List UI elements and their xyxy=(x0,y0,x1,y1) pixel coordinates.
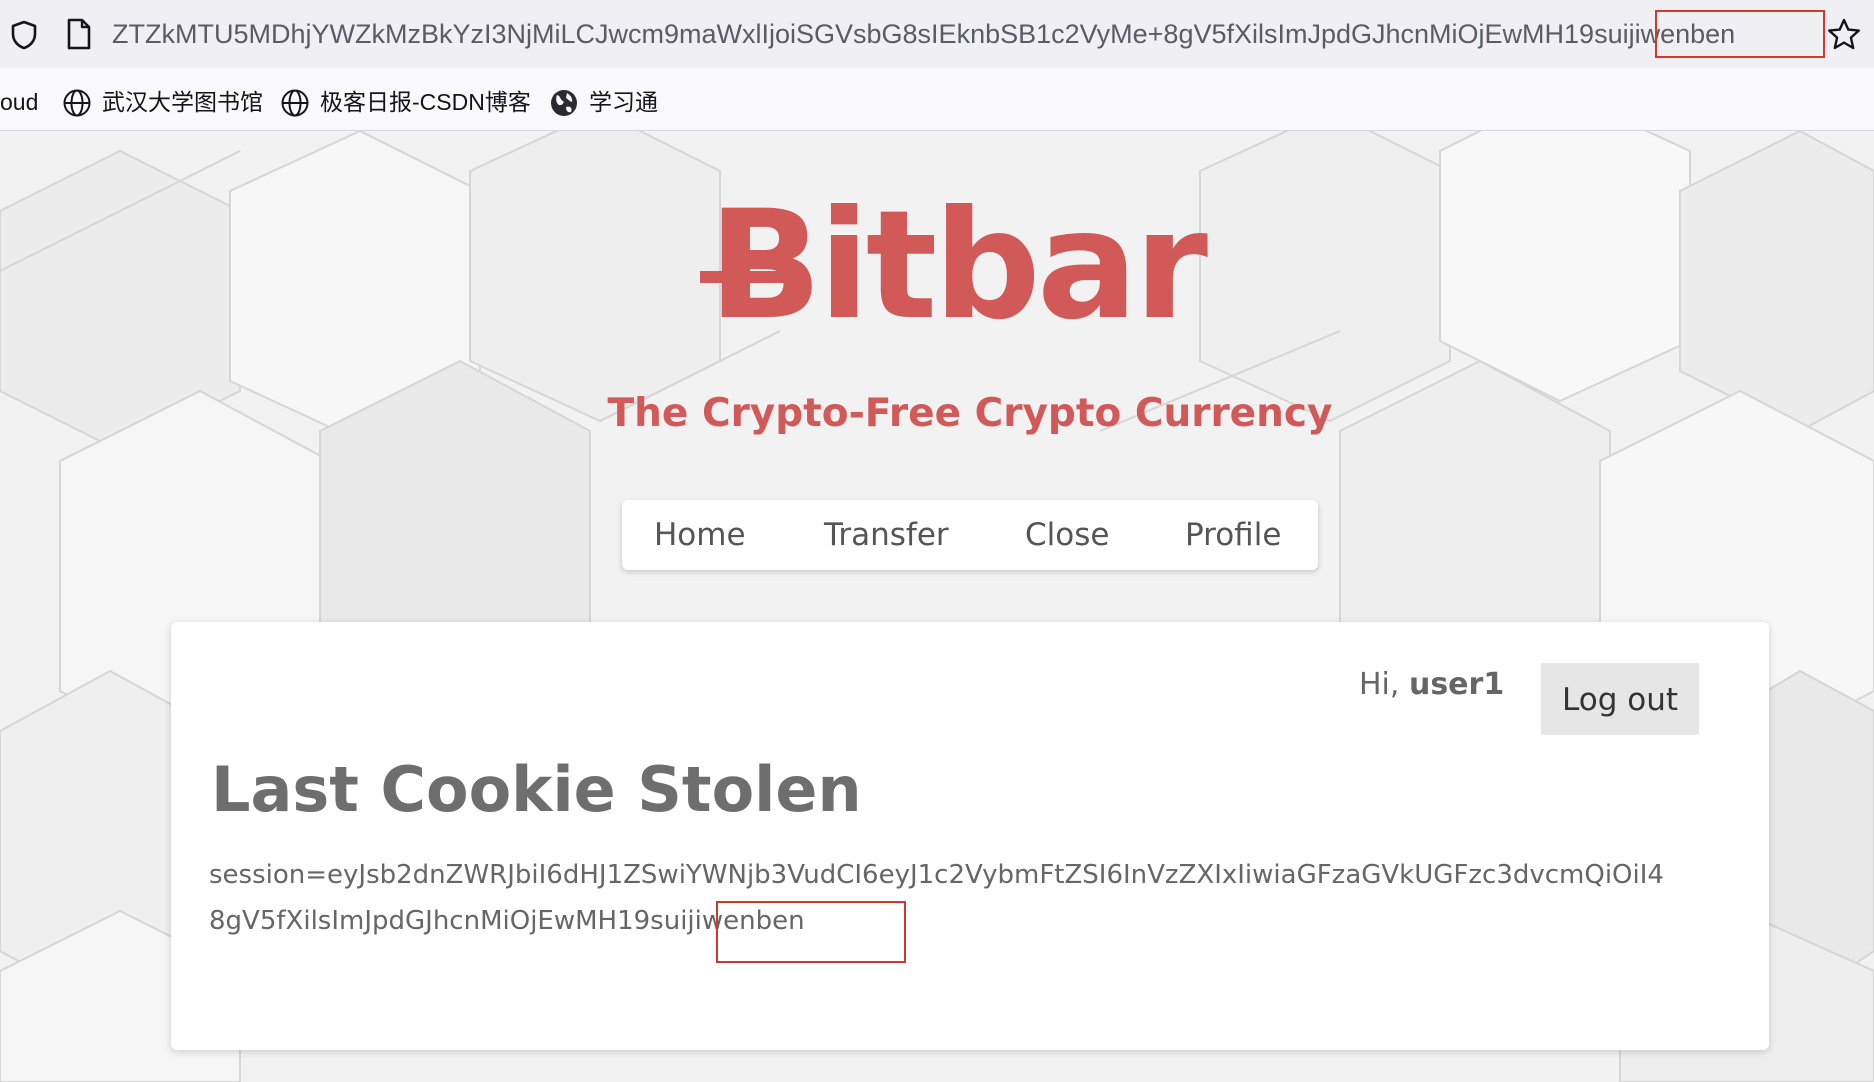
nav-home[interactable]: Home xyxy=(654,500,746,570)
url-text[interactable]: ZTZkMTU5MDhjYWZkMzBkYzI3NjMiLCJwcm9maWxl… xyxy=(112,14,1822,54)
bookmark-label: oud xyxy=(0,89,39,115)
bookmark-item[interactable]: 武汉大学图书馆 xyxy=(62,80,263,124)
cookie-line: session=eyJsb2dnZWRJbiI6dHJ1ZSwiYWNjb3Vu… xyxy=(209,860,1664,890)
page-title: Last Cookie Stolen xyxy=(211,753,862,826)
shield-icon[interactable] xyxy=(8,19,40,51)
site-tagline: The Crypto-Free Crypto Currency xyxy=(607,391,1333,436)
bookmark-label: 极客日报-CSDN博客 xyxy=(320,89,531,115)
username: user1 xyxy=(1408,667,1505,702)
globe-icon xyxy=(281,89,309,117)
main-nav: Home Transfer Close Profile xyxy=(622,500,1318,570)
logo-currency-bar xyxy=(700,271,790,283)
content-card: Hi, user1 Log out Last Cookie Stolen ses… xyxy=(171,622,1769,1050)
bookmark-item[interactable]: 学习通 xyxy=(549,80,669,124)
bookmarks-toolbar: oud 武汉大学图书馆 极客日报-CSDN博客 学习通 xyxy=(0,80,1874,124)
stolen-cookie-value: session=eyJsb2dnZWRJbiI6dHJ1ZSwiYWNjb3Vu… xyxy=(209,852,1769,952)
url-annotation-box xyxy=(1655,10,1825,58)
page-icon xyxy=(67,18,91,50)
logout-button[interactable]: Log out xyxy=(1541,663,1699,735)
bookmark-label: 学习通 xyxy=(589,89,658,115)
cookie-line: 8gV5fXilsImJpdGJhcnMiOjEwMH19suijiwenben xyxy=(209,906,805,936)
browser-chrome: ZTZkMTU5MDhjYWZkMzBkYzI3NjMiLCJwcm9maWxl… xyxy=(0,0,1874,131)
logo-text: Bitbar xyxy=(708,179,1208,353)
address-bar[interactable]: ZTZkMTU5MDhjYWZkMzBkYzI3NjMiLCJwcm9maWxl… xyxy=(0,0,1874,68)
site-logo[interactable]: Bitbar xyxy=(700,179,1228,353)
user-greeting: Hi, user1 xyxy=(1359,662,1504,708)
bookmark-label: 武汉大学图书馆 xyxy=(102,89,263,115)
nav-close[interactable]: Close xyxy=(1025,500,1109,570)
greeting-prefix: Hi, xyxy=(1359,667,1409,702)
cookie-annotation-box xyxy=(716,901,906,963)
page-viewport: Bitbar The Crypto-Free Crypto Currency H… xyxy=(0,131,1874,1082)
globe-icon xyxy=(63,89,91,117)
world-icon xyxy=(551,90,577,116)
bookmark-star-icon[interactable] xyxy=(1826,17,1862,53)
bookmark-item[interactable]: 极客日报-CSDN博客 xyxy=(280,80,540,124)
nav-transfer[interactable]: Transfer xyxy=(824,500,949,570)
nav-profile[interactable]: Profile xyxy=(1185,500,1281,570)
